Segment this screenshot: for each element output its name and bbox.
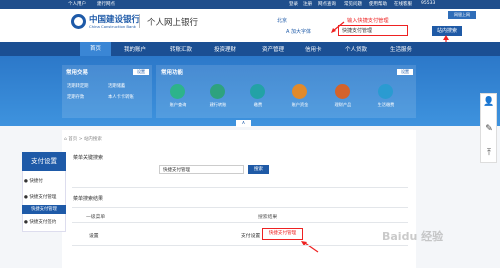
divider — [72, 245, 408, 246]
account-switch[interactable]: 个人用户 — [68, 1, 86, 7]
sidebar-item-quick-pay-mgmt[interactable]: ● 快捷支付管理 — [24, 194, 56, 200]
nav-loans[interactable]: 个人贷款 — [345, 45, 367, 53]
transfer-icon[interactable] — [210, 84, 225, 99]
funds-icon[interactable] — [292, 84, 307, 99]
hotline: 95533 — [421, 1, 436, 6]
logo-divider — [139, 14, 140, 28]
result-path-cell: 支付设置 — [241, 234, 261, 239]
site-title: 个人网上银行 — [147, 18, 199, 28]
divider — [72, 187, 408, 188]
faq-link[interactable]: 常见问题 — [344, 1, 362, 7]
function-label: 缴费 — [253, 102, 263, 107]
results-header-menu: 一级菜单 — [86, 215, 106, 220]
trade-link[interactable]: 定期存款 — [67, 94, 84, 100]
annotation-arrow-icon — [331, 21, 345, 33]
nav-life-services[interactable]: 生活服务 — [390, 45, 412, 53]
edit-icon[interactable]: ✎ — [483, 123, 495, 135]
common-functions-title: 常用功能 — [161, 70, 184, 76]
watermark: Baidu 经验 — [382, 230, 444, 243]
function-label: 生活缴费 — [377, 102, 395, 107]
login-link[interactable]: 登录 — [289, 1, 298, 7]
trade-link[interactable]: 活期储蓄 — [108, 83, 125, 89]
menu-search-input[interactable] — [159, 165, 244, 174]
breadcrumb-home[interactable]: 首页 — [68, 137, 77, 142]
divider — [72, 222, 408, 223]
sidebar-item-quick-pay-sign[interactable]: ● 快捷支付签约 — [24, 219, 56, 225]
common-functions-panel — [156, 65, 416, 118]
site-search-input[interactable] — [338, 25, 408, 36]
result-link[interactable]: 快捷支付管理 — [262, 228, 303, 240]
results-header-result: 搜索结果 — [258, 215, 278, 220]
help-link[interactable]: 使用帮助 — [369, 1, 387, 7]
breadcrumb-current: 站内搜索 — [83, 137, 102, 142]
common-trades-title: 常用交易 — [66, 70, 89, 76]
brand-link[interactable]: 建行网点 — [97, 1, 115, 7]
breadcrumb: ⌂ 首页 > 站内搜索 — [64, 137, 102, 142]
common-functions-settings-button[interactable]: 设置 — [397, 69, 413, 75]
ccb-logo-icon — [71, 14, 86, 29]
trade-link[interactable]: 活期转定期 — [67, 83, 88, 89]
nav-investment[interactable]: 投资理财 — [214, 45, 236, 53]
menu-search-button[interactable]: 搜索 — [248, 165, 269, 174]
function-label: 账户资金 — [291, 102, 309, 107]
common-trades-settings-button[interactable]: 设置 — [133, 69, 149, 75]
result-menu-cell: 设置 — [89, 234, 99, 239]
trade-link[interactable]: 本人卡卡转账 — [108, 94, 134, 100]
account-query-icon[interactable] — [170, 84, 185, 99]
branch-link[interactable]: 网点查询 — [318, 1, 336, 7]
life-payment-icon[interactable] — [378, 84, 393, 99]
results-title: 菜单搜索结果 — [73, 196, 104, 202]
annotation-hint: 输入快捷支付管理 — [347, 18, 389, 24]
sidebar-item-quick-pay[interactable]: ● 快捷付 — [24, 178, 43, 184]
service-link[interactable]: 在线客服 — [394, 1, 412, 7]
back-to-top-icon[interactable]: ⤒ — [483, 147, 495, 159]
nav-credit-card[interactable]: 信用卡 — [305, 45, 322, 53]
collapse-toggle[interactable]: ∧ — [236, 120, 251, 127]
wealth-product-icon[interactable] — [335, 84, 350, 99]
sidebar-title: 支付设置 — [22, 152, 66, 171]
search-section-title: 菜单关键搜索 — [73, 155, 104, 161]
register-link[interactable]: 注册 — [303, 1, 312, 7]
payment-icon[interactable] — [250, 84, 265, 99]
divider — [72, 207, 408, 208]
function-label: 账户查询 — [169, 102, 187, 107]
enlarge-font-button[interactable]: A 加大字体 — [286, 28, 311, 35]
user-icon[interactable]: 👤 — [483, 96, 495, 108]
nav-home[interactable]: 首页 — [80, 42, 112, 56]
sidebar-item-selected[interactable]: 快捷支付管理 — [22, 205, 66, 214]
function-label: 建行转账 — [209, 102, 227, 107]
content-area — [62, 130, 416, 268]
bank-name-en: China Construction Bank — [89, 24, 136, 29]
top-bar: 个人用户 建行网点 登录 注册 网点查询 常见问题 使用帮助 在线客服 9553… — [0, 0, 500, 9]
function-label: 理财产品 — [334, 102, 352, 107]
nav-my-account[interactable]: 我的账户 — [124, 45, 146, 53]
annotation-arrow-result-icon — [301, 241, 319, 253]
nav-transfer[interactable]: 转账汇款 — [170, 45, 192, 53]
location-selector[interactable]: 北京 — [277, 17, 287, 24]
app-button[interactable]: 网银上网 — [448, 11, 476, 19]
nav-assets[interactable]: 资产管理 — [262, 45, 284, 53]
main-nav: 首页 我的账户 转账汇款 投资理财 资产管理 信用卡 个人贷款 生活服务 — [0, 42, 500, 56]
